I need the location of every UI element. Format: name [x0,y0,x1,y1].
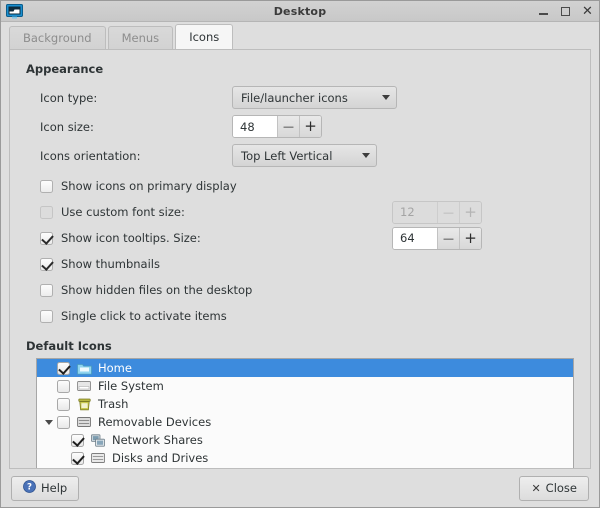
tooltip-size-value[interactable]: 64 [393,227,437,249]
option-show-icons-primary-display[interactable]: Show icons on primary display [22,173,578,199]
custom-font-size-value: 12 [393,201,437,223]
window-title: Desktop [273,4,327,18]
chevron-down-icon [382,95,390,100]
chevron-down-icon [362,153,370,158]
icon-type-dropdown[interactable]: File/launcher icons [232,86,397,109]
show-thumbnails-checkbox[interactable] [40,257,53,271]
tab-background-label: Background [23,31,92,45]
removable-devices-checkbox[interactable] [57,415,70,429]
option-single-click-activate[interactable]: Single click to activate items [22,303,578,329]
icon-size-value[interactable]: 48 [233,116,277,137]
titlebar: Desktop ✕ [1,1,599,22]
default-icons-heading: Default Icons [26,339,112,353]
network-shares-checkbox[interactable] [71,433,84,447]
icon-size-label: Icon size: [40,119,94,134]
show-icon-tooltips-checkbox[interactable] [40,231,53,245]
tree-row-other-devices[interactable]: Other Devices [37,467,573,469]
help-circle-icon: ? [23,480,36,496]
icon-size-decrement-button[interactable] [277,116,299,137]
tree-row-file-system[interactable]: File System [37,377,573,395]
tooltip-size-decrement-button[interactable] [437,227,459,249]
tab-icons-label: Icons [189,30,220,44]
show-hidden-files-label: Show hidden files on the desktop [61,283,253,297]
show-thumbnails-label: Show thumbnails [61,257,160,271]
option-use-custom-font-size[interactable]: Use custom font size: 12 [22,199,578,225]
tree-row-network-shares-label: Network Shares [112,433,203,447]
close-button[interactable]: ✕ Close [519,475,589,501]
show-icon-tooltips-label: Show icon tooltips. Size: [61,231,201,245]
disks-drives-icon [90,450,106,466]
single-click-activate-label: Single click to activate items [61,309,227,323]
icon-type-row: Icon type: File/launcher icons [22,86,578,109]
icon-size-increment-button[interactable] [299,116,321,137]
icons-orientation-value: Top Left Vertical [241,148,333,163]
home-checkbox[interactable] [57,361,70,375]
show-hidden-files-checkbox[interactable] [40,283,53,297]
use-custom-font-size-checkbox[interactable] [40,205,53,219]
tab-menus-label: Menus [121,31,160,45]
tree-row-removable-devices[interactable]: Removable Devices [37,413,573,431]
tree-row-home[interactable]: Home [37,359,573,377]
icon-type-value: File/launcher icons [241,90,348,105]
show-icons-primary-display-label: Show icons on primary display [61,179,237,193]
option-show-hidden-files[interactable]: Show hidden files on the desktop [22,277,578,303]
other-devices-icon [90,468,106,469]
icons-tab-panel: Appearance Icon type: File/launcher icon… [9,49,591,469]
removable-media-icon [76,414,92,430]
close-icon[interactable]: ✕ [581,5,594,18]
tree-row-trash-label: Trash [98,397,129,411]
tree-row-disks-and-drives-label: Disks and Drives [112,451,209,465]
custom-font-size-decrement-button [437,201,459,223]
option-show-thumbnails[interactable]: Show thumbnails [22,251,578,277]
tab-menus[interactable]: Menus [107,26,174,49]
home-folder-icon [76,360,92,376]
tree-row-home-label: Home [98,361,132,375]
help-button-label: Help [41,481,68,495]
custom-font-size-increment-button [459,201,481,223]
appearance-heading: Appearance [26,62,104,76]
expander-triangle-icon[interactable] [41,413,57,431]
disks-and-drives-checkbox[interactable] [71,451,84,465]
custom-font-size-stepper: 12 [392,200,482,224]
network-shares-icon [90,432,106,448]
icons-orientation-label: Icons orientation: [40,148,141,163]
dialog-action-bar: ? Help ✕ Close [1,469,599,507]
icon-size-stepper[interactable]: 48 [232,115,322,138]
tab-bar: Background Menus Icons [1,22,599,49]
svg-text:?: ? [27,483,32,493]
trash-checkbox[interactable] [57,397,70,411]
icon-type-label: Icon type: [40,90,98,105]
file-system-checkbox[interactable] [57,379,70,393]
minimize-icon[interactable] [537,5,550,18]
tooltip-size-increment-button[interactable] [459,227,481,249]
use-custom-font-size-label: Use custom font size: [61,205,185,219]
maximize-icon[interactable] [559,5,572,18]
desktop-monitor-icon [3,2,25,20]
drive-harddisk-icon [76,378,92,394]
window-controls: ✕ [537,1,594,21]
tooltip-size-stepper[interactable]: 64 [392,226,482,250]
default-icons-treeview[interactable]: Home File System Trash Removable Devices… [36,358,574,469]
icons-orientation-row: Icons orientation: Top Left Vertical [22,144,578,167]
help-button[interactable]: ? Help [11,475,80,501]
tab-icons[interactable]: Icons [175,24,234,49]
tree-row-file-system-label: File System [98,379,164,393]
tree-row-disks-and-drives[interactable]: Disks and Drives [37,449,573,467]
tree-row-removable-devices-label: Removable Devices [98,415,212,429]
show-icons-primary-display-checkbox[interactable] [40,179,53,193]
tab-background[interactable]: Background [9,26,106,49]
tree-row-network-shares[interactable]: Network Shares [37,431,573,449]
single-click-activate-checkbox[interactable] [40,309,53,323]
desktop-settings-window: Desktop ✕ Background Menus Icons Appeara… [0,0,600,508]
icon-size-row: Icon size: 48 [22,115,578,138]
option-show-icon-tooltips[interactable]: Show icon tooltips. Size: 64 [22,225,578,251]
tree-row-trash[interactable]: Trash [37,395,573,413]
trash-icon [76,396,92,412]
close-button-label: Close [545,481,577,495]
appearance-options-list: Show icons on primary display Use custom… [22,173,578,329]
icons-orientation-dropdown[interactable]: Top Left Vertical [232,144,377,167]
close-x-icon: ✕ [531,481,541,495]
